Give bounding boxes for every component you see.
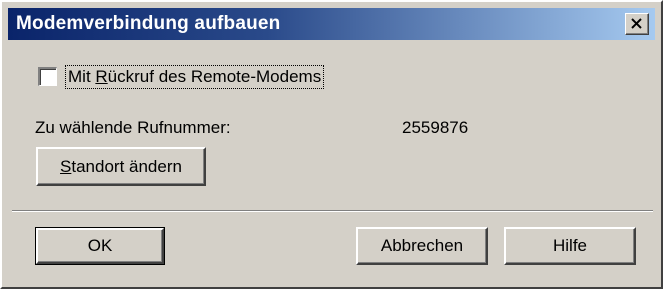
callback-label-pre: Mit — [68, 67, 96, 86]
dial-number-label: Zu wählende Rufnummer: — [35, 118, 231, 137]
modem-dialog-window: Modemverbindung aufbauen Mit Rückruf des… — [0, 0, 663, 289]
cancel-button-label: Abbrechen — [380, 236, 464, 255]
title-bar[interactable]: Modemverbindung aufbauen — [8, 8, 655, 40]
dial-number-value: 2559876 — [402, 118, 469, 137]
callback-checkbox[interactable] — [38, 67, 57, 86]
change-location-button[interactable]: Standort ändern — [36, 147, 206, 186]
change-location-label-rest: tandort ändern — [71, 157, 182, 176]
callback-label-post: ückruf des Remote-Modems — [107, 67, 322, 86]
ok-button[interactable]: OK — [35, 227, 165, 265]
separator-line — [12, 210, 653, 212]
help-button-label: Hilfe — [552, 236, 587, 255]
cancel-button[interactable]: Abbrechen — [356, 227, 488, 265]
ok-button-label: OK — [87, 236, 113, 255]
close-x-icon — [631, 18, 642, 29]
close-button[interactable] — [625, 13, 649, 35]
window-title: Modemverbindung aufbauen — [16, 13, 281, 34]
change-location-label: Standort ändern — [60, 149, 182, 184]
help-button[interactable]: Hilfe — [504, 227, 636, 265]
callback-label-mnemonic: R — [95, 67, 108, 86]
change-location-mnemonic: S — [60, 157, 72, 176]
callback-checkbox-label[interactable]: Mit Rückruf des Remote-Modems — [65, 65, 325, 89]
